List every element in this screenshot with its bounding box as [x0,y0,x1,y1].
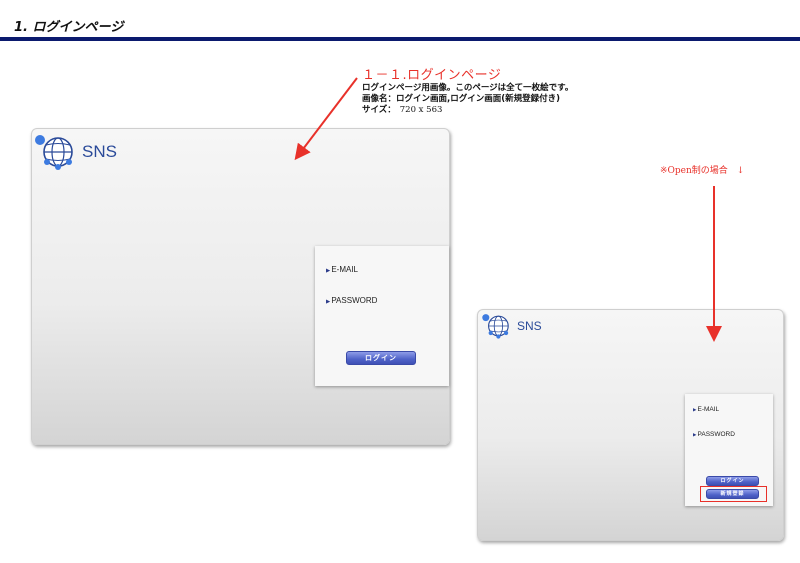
globe-icon [482,314,509,339]
login-mockup-open: SNS ▶E-MAIL ▶PASSWORD ログイン 新規登録 [477,309,784,541]
open-mode-note: ※Open制の場合 ↓ [660,166,745,176]
logo-text: SNS [82,142,117,161]
login-button[interactable]: ログイン [346,351,416,365]
annotation-size: サイズ： 720 x 563 [362,103,442,115]
globe-icon [35,135,73,170]
annotation-size-value: 720 x 563 [399,105,443,115]
email-label-text: E-MAIL [331,265,358,274]
password-label: ▶PASSWORD [693,431,735,438]
register-button[interactable]: 新規登録 [706,489,759,499]
login-mockup: SNS ▶E-MAIL ▶PASSWORD ログイン [31,128,450,445]
email-label-text: E-MAIL [697,406,720,413]
password-label-text: PASSWORD [697,431,735,438]
sns-logo: SNS [480,312,542,340]
password-label: ▶PASSWORD [326,296,377,305]
login-panel: ▶E-MAIL ▶PASSWORD ログイン [315,246,449,386]
heading-divider [0,37,800,41]
sns-logo: SNS [34,132,117,172]
email-label: ▶E-MAIL [326,265,358,274]
triangle-icon: ▶ [693,432,697,437]
triangle-icon: ▶ [326,268,331,274]
page-title: 1. ログインページ [14,20,124,35]
login-button[interactable]: ログイン [706,476,759,486]
triangle-icon: ▶ [326,299,331,305]
login-panel: ▶E-MAIL ▶PASSWORD ログイン 新規登録 [685,394,773,506]
logo-text: SNS [517,319,542,333]
email-label: ▶E-MAIL [693,406,719,413]
annotation-size-label: サイズ： [362,105,396,115]
triangle-icon: ▶ [693,407,697,412]
password-label-text: PASSWORD [331,296,378,305]
